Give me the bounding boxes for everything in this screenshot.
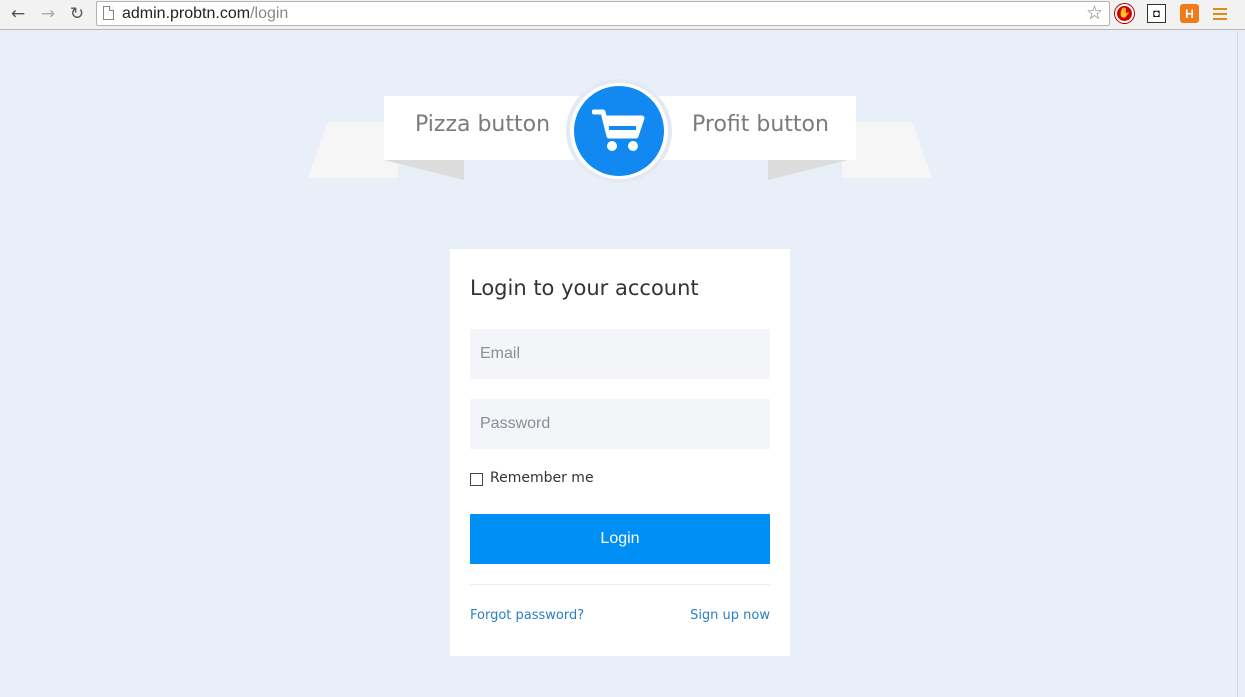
- back-button[interactable]: ←: [6, 3, 30, 25]
- arrow-left-icon: ←: [10, 4, 26, 24]
- login-title: Login to your account: [470, 276, 699, 300]
- remember-me-label[interactable]: Remember me: [490, 470, 594, 486]
- remember-me-checkbox[interactable]: [470, 473, 483, 486]
- reload-button[interactable]: ↻: [65, 3, 89, 25]
- banner-right-text: Profit button: [692, 112, 829, 137]
- reload-icon: ↻: [69, 4, 85, 24]
- h-icon[interactable]: H: [1180, 4, 1199, 23]
- logo-badge: [566, 79, 672, 183]
- forgot-password-link[interactable]: Forgot password?: [470, 608, 584, 623]
- mask-icon[interactable]: ◘: [1147, 4, 1166, 23]
- url-host: admin.probtn.com: [122, 5, 251, 22]
- window-edge: [1237, 31, 1245, 697]
- login-card: Login to your account Remember me Login …: [450, 249, 790, 656]
- login-button-label: Login: [600, 530, 640, 547]
- shopping-cart-icon: [592, 109, 645, 151]
- banner-left-text: Pizza button: [415, 112, 551, 137]
- sign-up-link[interactable]: Sign up now: [690, 608, 770, 623]
- login-button[interactable]: Login: [470, 514, 770, 564]
- browser-toolbar: ← → ↻ admin.probtn.com/login ☆ ✋ ◘ H: [0, 0, 1245, 30]
- url-text[interactable]: admin.probtn.com/login: [122, 5, 288, 23]
- h-icon-label: H: [1185, 6, 1194, 21]
- ribbon-fold-right: [768, 160, 848, 180]
- address-bar[interactable]: admin.probtn.com/login ☆: [96, 1, 1110, 26]
- star-icon[interactable]: ☆: [1086, 2, 1103, 24]
- stop-icon[interactable]: ✋: [1115, 4, 1134, 23]
- logo-circle: [574, 86, 664, 176]
- divider: [470, 584, 770, 585]
- page-icon: [103, 6, 114, 20]
- password-field[interactable]: [470, 399, 770, 449]
- forward-button[interactable]: →: [36, 3, 60, 25]
- hamburger-menu-icon[interactable]: [1213, 8, 1227, 20]
- email-field[interactable]: [470, 329, 770, 379]
- arrow-right-icon: →: [40, 4, 56, 24]
- url-path: /login: [250, 5, 289, 22]
